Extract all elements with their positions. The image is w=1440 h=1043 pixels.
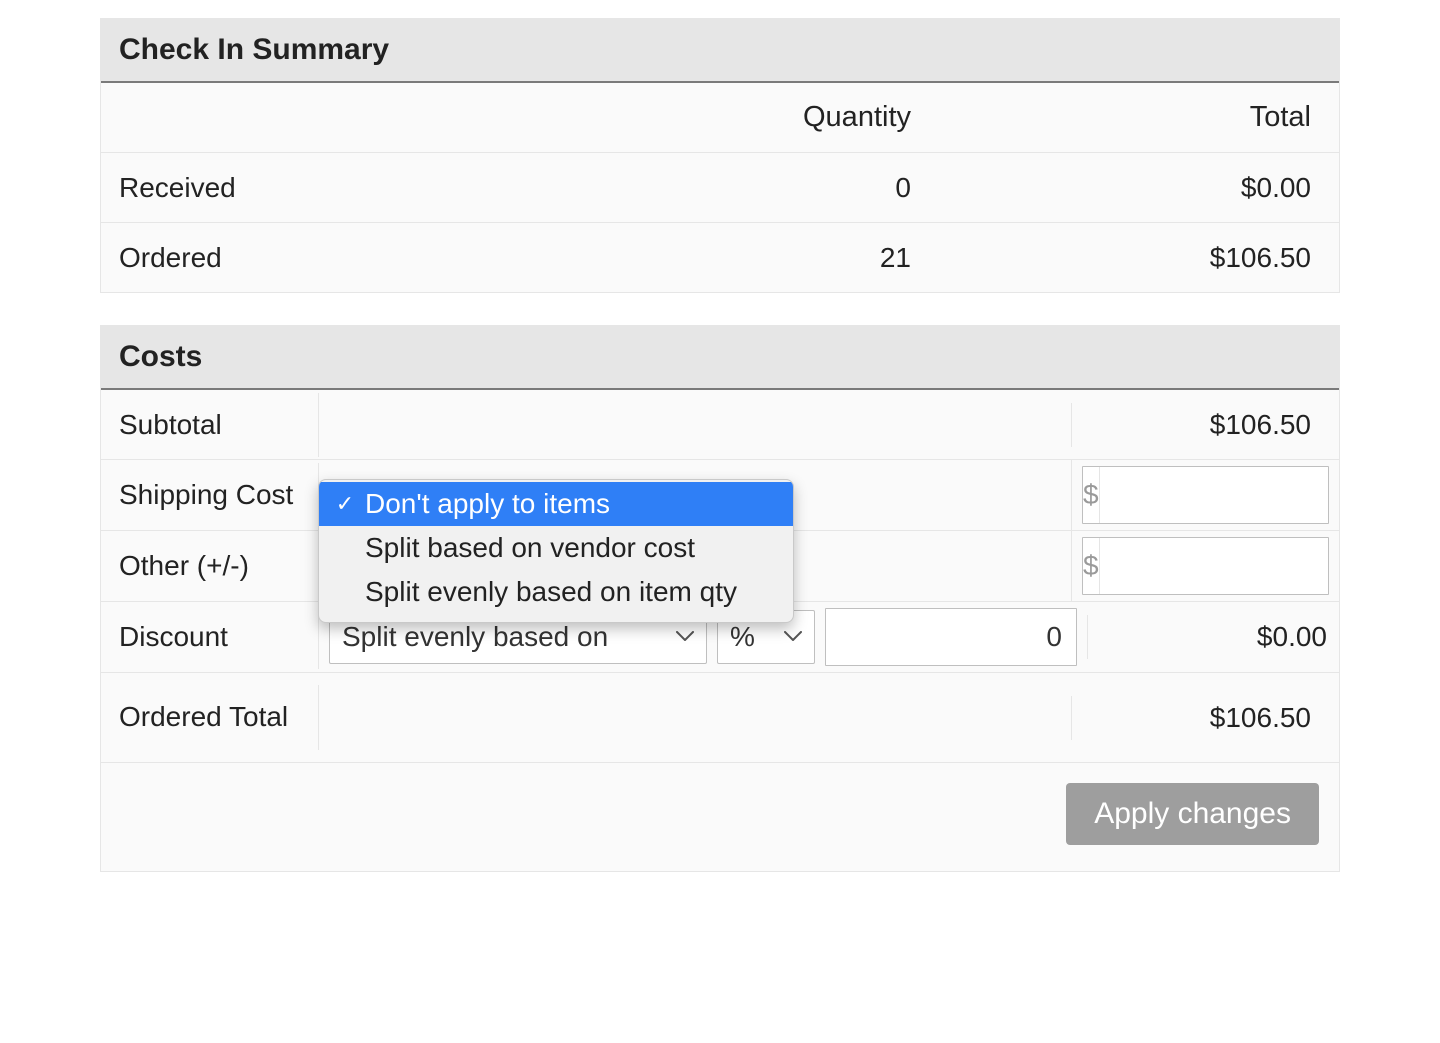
apply-row: Apply changes (101, 763, 1339, 872)
ordered-total-mid (319, 712, 1071, 724)
shipping-method-option[interactable]: Split evenly based on item qty (319, 570, 793, 614)
discount-amount: $0.00 (1087, 615, 1355, 659)
summary-row-received: Received 0 $0.00 (101, 153, 1339, 223)
shipping-amount-cell: $ (1071, 460, 1339, 530)
chevron-down-icon (676, 631, 694, 643)
shipping-label: Shipping Cost (101, 463, 319, 527)
subtotal-mid (319, 419, 1071, 431)
check-icon-placeholder (329, 579, 361, 605)
chevron-down-icon (784, 631, 802, 643)
currency-prefix: $ (1083, 538, 1100, 594)
other-money-input-wrap[interactable]: $ (1082, 537, 1329, 595)
shipping-method-option[interactable]: Split based on vendor cost (319, 526, 793, 570)
currency-prefix: $ (1083, 467, 1100, 523)
summary-received-total: $0.00 (939, 156, 1339, 220)
summary-header-row: Quantity Total (101, 83, 1339, 153)
shipping-amount-input[interactable] (1100, 467, 1329, 523)
subtotal-label: Subtotal (101, 393, 319, 457)
apply-changes-button[interactable]: Apply changes (1066, 783, 1319, 845)
check-in-summary-panel: Check In Summary Quantity Total Received… (100, 18, 1340, 293)
shipping-method-option-label: Don't apply to items (361, 488, 781, 520)
shipping-method-dropdown[interactable]: ✓ Don't apply to items Split based on ve… (318, 479, 794, 623)
shipping-method-option[interactable]: ✓ Don't apply to items (319, 482, 793, 526)
summary-ordered-total: $106.50 (939, 226, 1339, 290)
costs-panel: Costs Subtotal $106.50 Shipping Cost $ O… (100, 325, 1340, 872)
costs-title: Costs (101, 326, 1339, 390)
summary-header-total: Total (939, 85, 1339, 150)
summary-received-quantity: 0 (481, 156, 939, 220)
shipping-money-input-wrap[interactable]: $ (1082, 466, 1329, 524)
summary-header-quantity: Quantity (481, 85, 939, 150)
other-amount-input[interactable] (1100, 538, 1329, 594)
summary-received-label: Received (101, 156, 481, 220)
summary-header-blank (101, 85, 481, 150)
discount-value-input[interactable] (825, 608, 1077, 666)
ordered-total-amount: $106.50 (1071, 696, 1339, 740)
shipping-method-option-label: Split evenly based on item qty (361, 576, 781, 608)
ordered-total-label: Ordered Total (101, 685, 319, 749)
check-in-summary-title: Check In Summary (101, 19, 1339, 83)
costs-row-subtotal: Subtotal $106.50 (101, 390, 1339, 460)
check-icon: ✓ (329, 491, 361, 517)
other-amount-cell: $ (1071, 531, 1339, 601)
discount-unit-selected: % (730, 621, 755, 653)
check-icon-placeholder (329, 535, 361, 561)
other-label: Other (+/-) (101, 534, 319, 598)
subtotal-amount: $106.50 (1071, 403, 1339, 447)
discount-method-selected: Split evenly based on (342, 621, 608, 653)
discount-label: Discount (101, 605, 319, 669)
summary-row-ordered: Ordered 21 $106.50 (101, 223, 1339, 293)
shipping-method-option-label: Split based on vendor cost (361, 532, 781, 564)
costs-row-ordered-total: Ordered Total $106.50 (101, 673, 1339, 763)
summary-ordered-quantity: 21 (481, 226, 939, 290)
summary-ordered-label: Ordered (101, 226, 481, 290)
